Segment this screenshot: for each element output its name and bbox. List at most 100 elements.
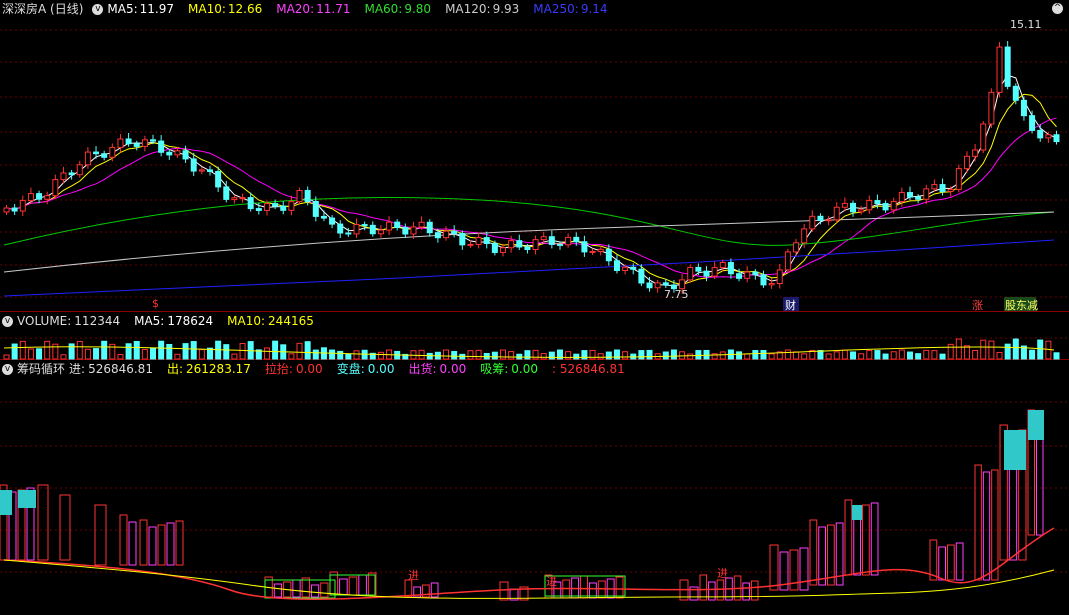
volume-bar (825, 353, 832, 360)
candle-body (68, 172, 75, 176)
volume-bar (500, 349, 507, 360)
candle-body (719, 262, 726, 269)
volume-bar (68, 343, 75, 360)
candle-body (524, 246, 531, 251)
volume-bar (296, 342, 303, 360)
volume-bar (906, 351, 913, 360)
candle-body (84, 151, 91, 166)
chip-bar (827, 524, 835, 586)
volume-bar (451, 351, 458, 360)
candle-body (939, 184, 946, 192)
chip-fill (852, 505, 862, 520)
candle-body (141, 139, 148, 147)
volume-bar (19, 340, 26, 360)
volume-bar (272, 340, 279, 360)
candle-body (329, 217, 336, 225)
volume-bar (866, 349, 873, 360)
candle-body (386, 221, 393, 231)
volume-bar (231, 353, 238, 360)
volume-bar (744, 353, 751, 360)
chip-bar (358, 574, 367, 596)
volume-bar (882, 353, 889, 360)
candle-body (93, 151, 100, 155)
jianchi-marker[interactable]: 股东减 (1005, 299, 1038, 312)
candle-body (540, 236, 547, 241)
candle-body (833, 206, 840, 221)
candle-body (60, 172, 67, 181)
zhang-marker[interactable]: 涨 (972, 299, 983, 312)
candle-body (483, 237, 490, 244)
volume-bar (996, 352, 1003, 360)
volume-bar (353, 350, 360, 360)
volume-bar (784, 349, 791, 360)
candle-body (898, 192, 905, 203)
candle-body (101, 153, 108, 158)
candle-body (451, 230, 458, 234)
candle-body (377, 229, 384, 235)
candle-body (565, 236, 572, 246)
volume-bar (223, 344, 230, 360)
candle-body (662, 282, 669, 286)
volume-bar (166, 343, 173, 360)
dollar-marker[interactable]: $ (152, 297, 159, 310)
volume-bar (565, 351, 572, 360)
volume-bar (670, 349, 677, 360)
volume-bar (679, 351, 686, 360)
candle-body (133, 143, 140, 147)
candle-body (491, 242, 498, 253)
candle-body (931, 184, 938, 190)
chip-bar (166, 522, 175, 566)
candle-body (695, 266, 702, 272)
candle-body (467, 243, 474, 246)
chip-bar (94, 504, 107, 566)
candle-body (263, 203, 270, 211)
chip-bar (320, 582, 329, 598)
candle-body (150, 139, 157, 142)
grid-lines (0, 29, 1069, 573)
candle-body (44, 195, 51, 200)
candle-body (817, 215, 824, 221)
candle-body (426, 221, 433, 234)
candle-body (963, 155, 970, 170)
volume-bar (841, 349, 848, 360)
kline-chart[interactable]: 15.11 7.75 $ 财 涨 股东减 进 进 进 (0, 0, 1069, 615)
volume-bar (1029, 349, 1036, 360)
candle-body (622, 266, 629, 271)
chip-bar (128, 521, 137, 566)
volume-bar (923, 349, 930, 360)
volume-bar (687, 353, 694, 360)
volume-bar (638, 350, 645, 360)
ma120-line (3, 211, 1055, 273)
volume-bar (158, 340, 165, 360)
volume-bar (817, 350, 824, 360)
candle-body (850, 202, 857, 213)
chip-bar (955, 542, 964, 581)
candle-body (280, 205, 287, 211)
candle-body (687, 266, 694, 281)
chip-bar (862, 504, 870, 576)
candle-body (166, 151, 173, 156)
candle-body (809, 215, 816, 230)
moving-average-lines (3, 74, 1057, 297)
volume-bar (524, 350, 531, 360)
volume-bar (101, 340, 108, 360)
candle-body (996, 46, 1003, 93)
candle-body (923, 188, 930, 200)
candle-body (443, 230, 450, 239)
volume-bar (11, 343, 18, 360)
candle-body (654, 282, 661, 289)
volume-bar (760, 349, 767, 360)
candle-body (337, 223, 344, 234)
candle-body (198, 169, 205, 172)
chip-bar (947, 544, 955, 581)
cai-marker[interactable]: 财 (785, 298, 796, 312)
volume-bar (605, 351, 612, 360)
chip-bar (844, 499, 853, 576)
candle-body (312, 200, 319, 217)
chip-bar (499, 581, 509, 601)
volume-bar (133, 340, 140, 360)
candle-body (988, 91, 995, 125)
candle-body (215, 171, 222, 188)
volume-bar (573, 353, 580, 360)
chip-fill (18, 490, 36, 508)
